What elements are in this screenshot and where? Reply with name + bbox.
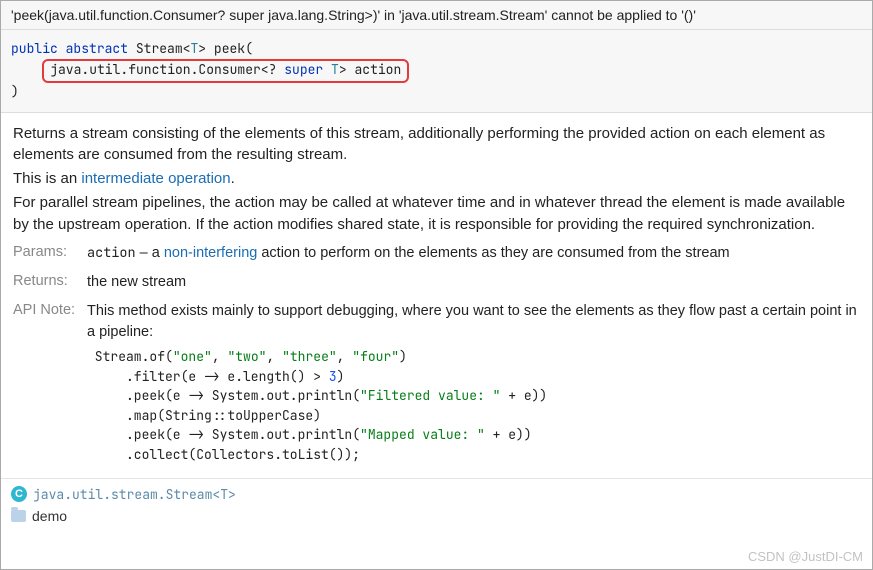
javadoc-description: Returns a stream consisting of the eleme… [1,113,872,244]
non-interfering-link[interactable]: non-interfering [164,245,258,261]
class-path: java.util.stream.Stream<T> [33,486,236,503]
params-content: action – a non-interfering action to per… [87,243,860,264]
class-icon: C [11,486,27,502]
modifier-public: public [11,40,58,57]
return-type: Stream [136,40,183,57]
folder-icon [11,510,26,522]
parameter-highlight: java.util.function.Consumer<? super T> a… [42,59,409,83]
param-name: action [354,61,401,78]
error-title-bar: 'peek(java.util.function.Consumer? super… [1,1,872,30]
returns-content: the new stream [87,272,860,293]
description-para-1: Returns a stream consisting of the eleme… [13,123,860,167]
watermark: CSDN @JustDI-CM [748,549,863,564]
method-signature: public abstract Stream<T> peek( java.uti… [1,30,872,113]
description-para-3: For parallel stream pipelines, the actio… [13,192,860,236]
params-row: Params: action – a non-interfering actio… [13,243,860,264]
param-type: java.util.function.Consumer<? [50,61,276,78]
method-name: peek [214,40,245,57]
params-label: Params: [13,243,87,260]
code-example: Stream.of("one", "two", "three", "four")… [87,347,860,464]
description-para-2: This is an intermediate operation. [13,168,860,190]
intermediate-operation-link[interactable]: intermediate operation [81,170,230,187]
returns-label: Returns: [13,272,87,289]
module-reference-row[interactable]: demo [11,505,862,527]
param-action-name: action [87,244,136,262]
error-title-text: 'peek(java.util.function.Consumer? super… [11,7,696,23]
returns-row: Returns: the new stream [13,272,860,293]
class-reference-row[interactable]: C java.util.stream.Stream<T> [11,483,862,505]
javadoc-sections: Params: action – a non-interfering actio… [1,243,872,478]
apinote-content: This method exists mainly to support deb… [87,301,860,464]
apinote-label: API Note: [13,301,87,318]
modifier-abstract: abstract [66,40,128,57]
apinote-row: API Note: This method exists mainly to s… [13,301,860,464]
documentation-footer: C java.util.stream.Stream<T> demo [1,478,872,529]
module-name: demo [32,508,67,524]
